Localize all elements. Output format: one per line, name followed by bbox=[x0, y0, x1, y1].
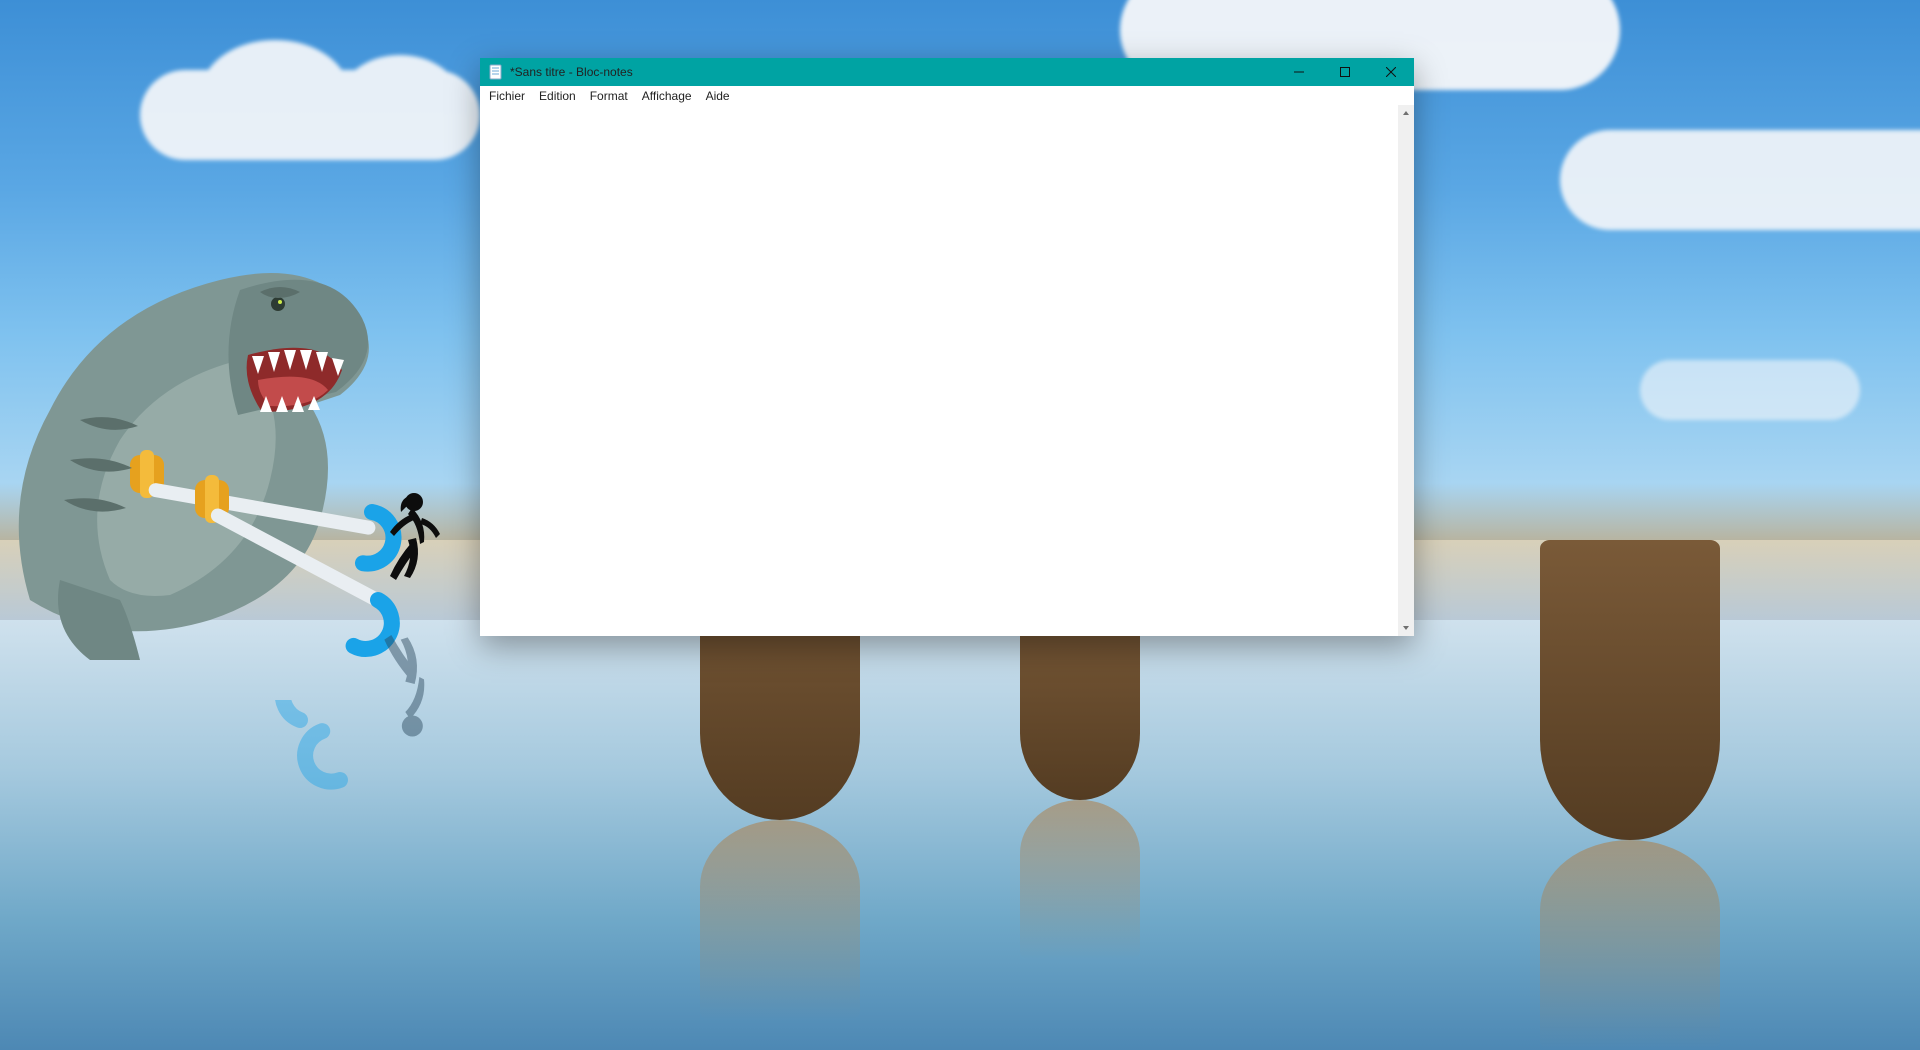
menu-edition[interactable]: Edition bbox=[532, 88, 583, 104]
rock-reflection-decor bbox=[700, 820, 860, 1020]
editor-area bbox=[480, 105, 1414, 636]
menu-aide[interactable]: Aide bbox=[699, 88, 737, 104]
rock-reflection-decor bbox=[1020, 800, 1140, 960]
menu-affichage[interactable]: Affichage bbox=[635, 88, 699, 104]
window-title: *Sans titre - Bloc-notes bbox=[510, 65, 633, 79]
notepad-window: *Sans titre - Bloc-notes Fichier Edition… bbox=[480, 58, 1414, 636]
titlebar[interactable]: *Sans titre - Bloc-notes bbox=[480, 58, 1414, 86]
grabber-reflection bbox=[260, 700, 380, 840]
cloud-decor bbox=[140, 70, 480, 160]
vertical-scrollbar[interactable] bbox=[1398, 105, 1414, 636]
notepad-icon bbox=[488, 64, 504, 80]
maximize-button[interactable] bbox=[1322, 58, 1368, 86]
close-button[interactable] bbox=[1368, 58, 1414, 86]
cloud-decor bbox=[1640, 360, 1860, 420]
scroll-up-icon[interactable] bbox=[1398, 105, 1414, 121]
rock-reflection-decor bbox=[1540, 840, 1720, 1050]
runner-reflection bbox=[375, 620, 445, 740]
menu-format[interactable]: Format bbox=[583, 88, 635, 104]
menu-fichier[interactable]: Fichier bbox=[482, 88, 532, 104]
menubar: Fichier Edition Format Affichage Aide bbox=[480, 86, 1414, 106]
desktop[interactable]: *Sans titre - Bloc-notes Fichier Edition… bbox=[0, 0, 1920, 1050]
scroll-down-icon[interactable] bbox=[1398, 620, 1414, 636]
minimize-button[interactable] bbox=[1276, 58, 1322, 86]
rock-decor bbox=[1540, 540, 1720, 840]
runner-illustration bbox=[382, 490, 442, 610]
cloud-decor bbox=[1560, 130, 1920, 230]
text-editor[interactable] bbox=[480, 105, 1398, 636]
